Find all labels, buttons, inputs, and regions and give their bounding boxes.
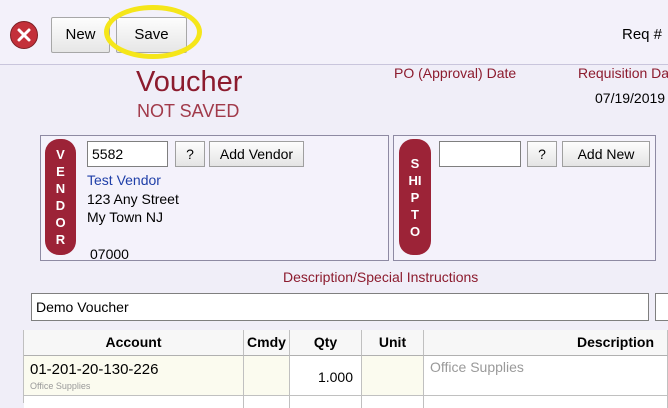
requisition-date-label: Requisition Da [578, 65, 668, 81]
column-header-description[interactable]: Description [424, 330, 668, 356]
table-row-account-cell[interactable]: 01-201-20-130-226 Office Supplies [24, 356, 244, 396]
column-header-unit[interactable]: Unit [362, 330, 424, 356]
vendor-lookup-button[interactable]: ? [175, 141, 205, 167]
table-row-2-unit-cell[interactable] [362, 396, 424, 408]
req-number-label: Req # [622, 26, 663, 43]
close-circle-icon [17, 28, 31, 42]
column-header-qty[interactable]: Qty [290, 330, 362, 356]
column-header-cmdy[interactable]: Cmdy [244, 330, 290, 356]
add-ship-to-button[interactable]: Add New [562, 141, 650, 167]
ship-to-lookup-button[interactable]: ? [527, 141, 557, 167]
ship-to-id-input[interactable] [439, 141, 521, 167]
table-row-2-description-cell[interactable] [424, 396, 668, 408]
account-sub-label: Office Supplies [30, 381, 91, 391]
requisition-date-value: 07/19/2019 [595, 90, 666, 106]
save-status: NOT SAVED [137, 101, 240, 121]
vendor-tab-label: VENDOR [55, 147, 66, 247]
add-vendor-button[interactable]: Add Vendor [209, 141, 304, 167]
vendor-city-state: My Town NJ [87, 209, 163, 225]
line-description-value: Office Supplies [430, 359, 524, 375]
vendor-zip: 07000 [90, 246, 129, 262]
description-label: Description/Special Instructions [283, 269, 479, 285]
vendor-id-input[interactable]: 5582 [87, 141, 168, 167]
ship-to-tab-label: SHIP TO [408, 155, 422, 239]
close-button[interactable] [10, 21, 38, 49]
table-row-2-account-cell[interactable] [24, 396, 244, 408]
table-row-2-qty-cell[interactable] [290, 396, 362, 408]
account-number: 01-201-20-130-226 [30, 361, 159, 378]
column-header-account[interactable]: Account [24, 330, 244, 356]
column-header-description-label: Description [577, 334, 655, 350]
table-row-cmdy-cell[interactable] [244, 356, 290, 396]
qty-value: 1.000 [317, 369, 353, 385]
vendor-address-line: 123 Any Street [87, 191, 179, 207]
table-row-description-cell[interactable]: Office Supplies [424, 356, 668, 396]
vendor-name-link[interactable]: Test Vendor [87, 172, 161, 188]
save-button[interactable]: Save [116, 17, 187, 53]
table-row-2-cmdy-cell[interactable] [244, 396, 290, 408]
description-input[interactable]: Demo Voucher [31, 293, 649, 321]
table-row-qty-cell[interactable]: 1.000 [290, 356, 362, 396]
page-title: Voucher [136, 66, 243, 98]
vendor-tab: VENDOR [45, 139, 76, 255]
table-row-unit-cell[interactable] [362, 356, 424, 396]
new-button[interactable]: New [51, 17, 110, 53]
po-approval-date-label: PO (Approval) Date [394, 65, 517, 81]
secondary-input[interactable] [655, 293, 668, 321]
ship-to-tab: SHIP TO [399, 139, 431, 255]
